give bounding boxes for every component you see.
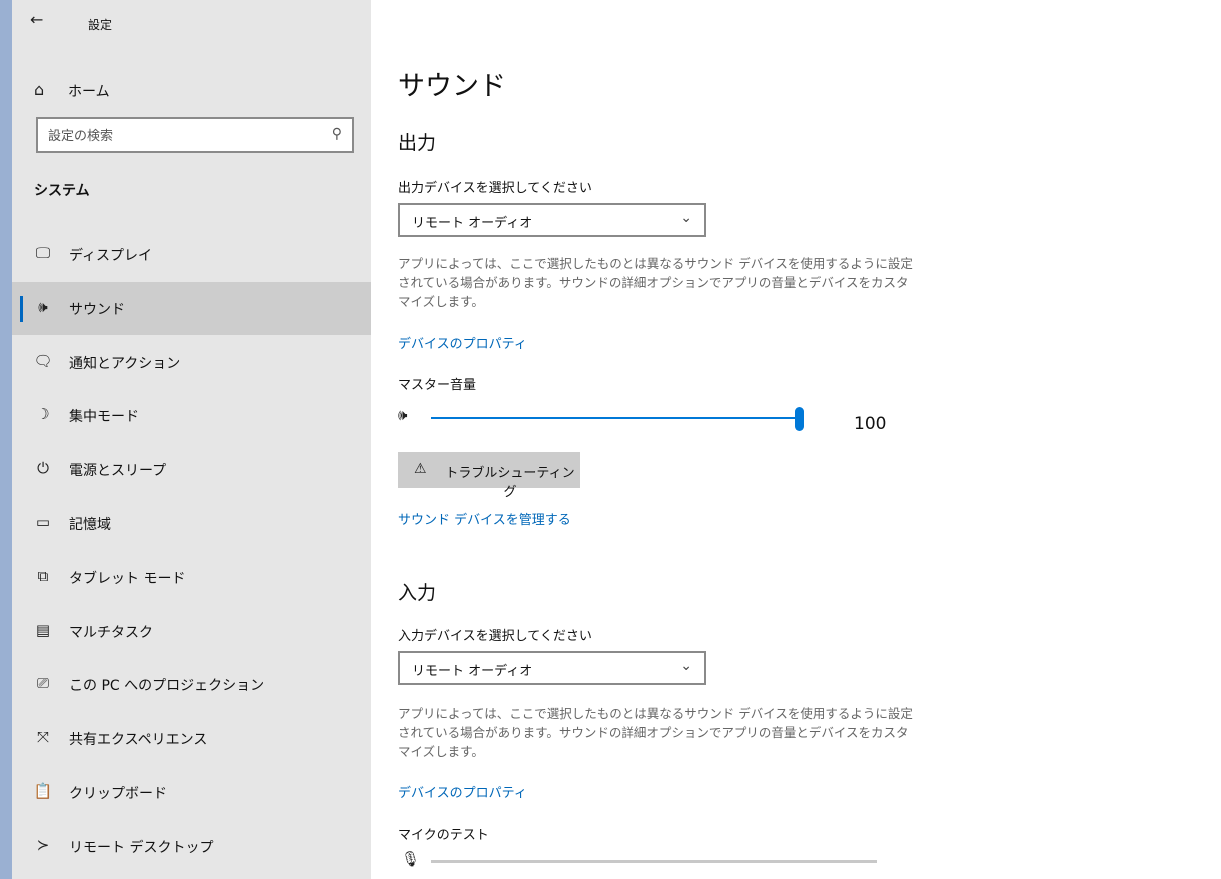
sidebar-item-power[interactable]: ⏻ 電源とスリープ: [12, 443, 371, 496]
sidebar-item-label: サウンド: [69, 302, 125, 318]
sidebar-item-label: タブレット モード: [69, 571, 186, 587]
input-device-value: リモート オーディオ: [412, 664, 533, 679]
volume-value: 100: [854, 414, 887, 434]
remote-desktop-icon: ≻: [36, 836, 50, 854]
input-device-properties-link[interactable]: デバイスのプロパティ: [398, 782, 527, 801]
storage-icon: ▭: [35, 513, 51, 531]
output-device-label: 出力デバイスを選択してください: [398, 181, 592, 196]
notification-icon: 🗨: [33, 352, 53, 370]
sidebar-item-label: 共有エクスペリエンス: [69, 732, 208, 748]
sidebar-item-label: マルチタスク: [69, 625, 153, 641]
page-title: サウンド: [398, 71, 506, 102]
sidebar-item-remote-desktop[interactable]: ≻ リモート デスクトップ: [12, 820, 371, 873]
volume-thumb[interactable]: [795, 407, 804, 431]
sidebar-item-moon[interactable]: ☽ 集中モード: [12, 389, 371, 442]
clipboard-icon: 📋: [33, 782, 53, 800]
sidebar-item-label: 集中モード: [69, 409, 139, 425]
search-input[interactable]: [46, 125, 320, 147]
search-icon[interactable]: ⚲: [332, 126, 342, 142]
projection-icon: ⎚: [36, 674, 49, 692]
search-box[interactable]: ⚲: [36, 117, 354, 153]
input-heading: 入力: [398, 582, 437, 604]
master-volume-slider[interactable]: [431, 406, 804, 431]
speaker-icon[interactable]: 🕪: [398, 406, 407, 424]
moon-icon: ☽: [36, 405, 50, 423]
sidebar-item-storage[interactable]: ▭ 記憶域: [12, 497, 371, 550]
main-content: サウンド 出力 出力デバイスを選択してください リモート オーディオ ⌄ アプリ…: [371, 0, 1221, 879]
sidebar: ← 設定 ⌂ ホーム ⚲ システム 🖵 ディスプレイ 🕪 サウンド 🗨 通知とアクション ☽…: [12, 0, 371, 879]
mic-level-meter: [431, 860, 877, 863]
sidebar-item-speaker[interactable]: 🕪 サウンド: [12, 282, 371, 335]
sidebar-item-label: リモート デスクトップ: [69, 840, 214, 856]
mic-test-label: マイクのテスト: [398, 828, 489, 843]
sidebar-item-label: 記憶域: [69, 517, 111, 533]
output-device-properties-link[interactable]: デバイスのプロパティ: [398, 333, 527, 352]
sidebar-item-label: この PC へのプロジェクション: [69, 678, 265, 694]
troubleshoot-label: トラブルシューティング: [445, 466, 575, 500]
output-device-value: リモート オーディオ: [412, 216, 533, 231]
warning-icon: ⚠: [414, 461, 427, 477]
power-icon: ⏻: [37, 459, 49, 477]
shared-experience-icon: ⤧: [36, 728, 49, 746]
output-heading: 出力: [398, 132, 437, 154]
back-arrow-icon[interactable]: ←: [30, 10, 43, 29]
monitor-icon: 🖵: [35, 244, 51, 262]
window-title: 設定: [88, 18, 113, 32]
input-device-label: 入力デバイスを選択してください: [398, 629, 592, 644]
sidebar-item-shared-experience[interactable]: ⤧ 共有エクスペリエンス: [12, 712, 371, 765]
microphone-icon: 🎙: [401, 850, 421, 868]
sidebar-item-monitor[interactable]: 🖵 ディスプレイ: [12, 228, 371, 281]
multitask-icon: ▤: [35, 621, 51, 639]
active-indicator: [20, 296, 23, 322]
master-volume-label: マスター音量: [398, 378, 477, 393]
sidebar-item-label: クリップボード: [69, 786, 167, 802]
input-device-dropdown[interactable]: リモート オーディオ ⌄: [398, 651, 706, 685]
settings-window: ← 設定 ⌂ ホーム ⚲ システム 🖵 ディスプレイ 🕪 サウンド 🗨 通知とアクション ☽…: [12, 0, 1221, 879]
sidebar-item-tablet[interactable]: ⧉ タブレット モード: [12, 551, 371, 604]
home-label: ホーム: [68, 84, 110, 100]
tablet-icon: ⧉: [37, 567, 49, 585]
sidebar-item-label: 電源とスリープ: [69, 463, 167, 479]
sidebar-item-multitask[interactable]: ▤ マルチタスク: [12, 605, 371, 658]
sidebar-item-notification[interactable]: 🗨 通知とアクション: [12, 336, 371, 389]
home-nav-item[interactable]: ⌂ ホーム: [12, 70, 371, 108]
manage-sound-devices-link[interactable]: サウンド デバイスを管理する: [398, 509, 571, 528]
troubleshoot-button[interactable]: ⚠ トラブルシューティング: [398, 452, 580, 500]
volume-track: [431, 417, 799, 419]
sidebar-section-system: システム: [34, 183, 90, 199]
chevron-down-icon: ⌄: [680, 658, 692, 674]
sidebar-item-label: 通知とアクション: [69, 356, 181, 372]
output-device-dropdown[interactable]: リモート オーディオ ⌄: [398, 203, 706, 237]
sidebar-item-clipboard[interactable]: 📋 クリップボード: [12, 766, 371, 819]
chevron-down-icon: ⌄: [680, 210, 692, 226]
input-description: アプリによっては、ここで選択したものとは異なるサウンド デバイスを使用するように…: [398, 706, 913, 759]
output-description: アプリによっては、ここで選択したものとは異なるサウンド デバイスを使用するように…: [398, 256, 913, 309]
title-bar: ← 設定: [12, 0, 371, 40]
home-icon: ⌂: [34, 80, 45, 99]
sidebar-item-label: ディスプレイ: [69, 248, 153, 264]
sidebar-item-projection[interactable]: ⎚ この PC へのプロジェクション: [12, 658, 371, 711]
speaker-icon: 🕪: [38, 298, 48, 316]
